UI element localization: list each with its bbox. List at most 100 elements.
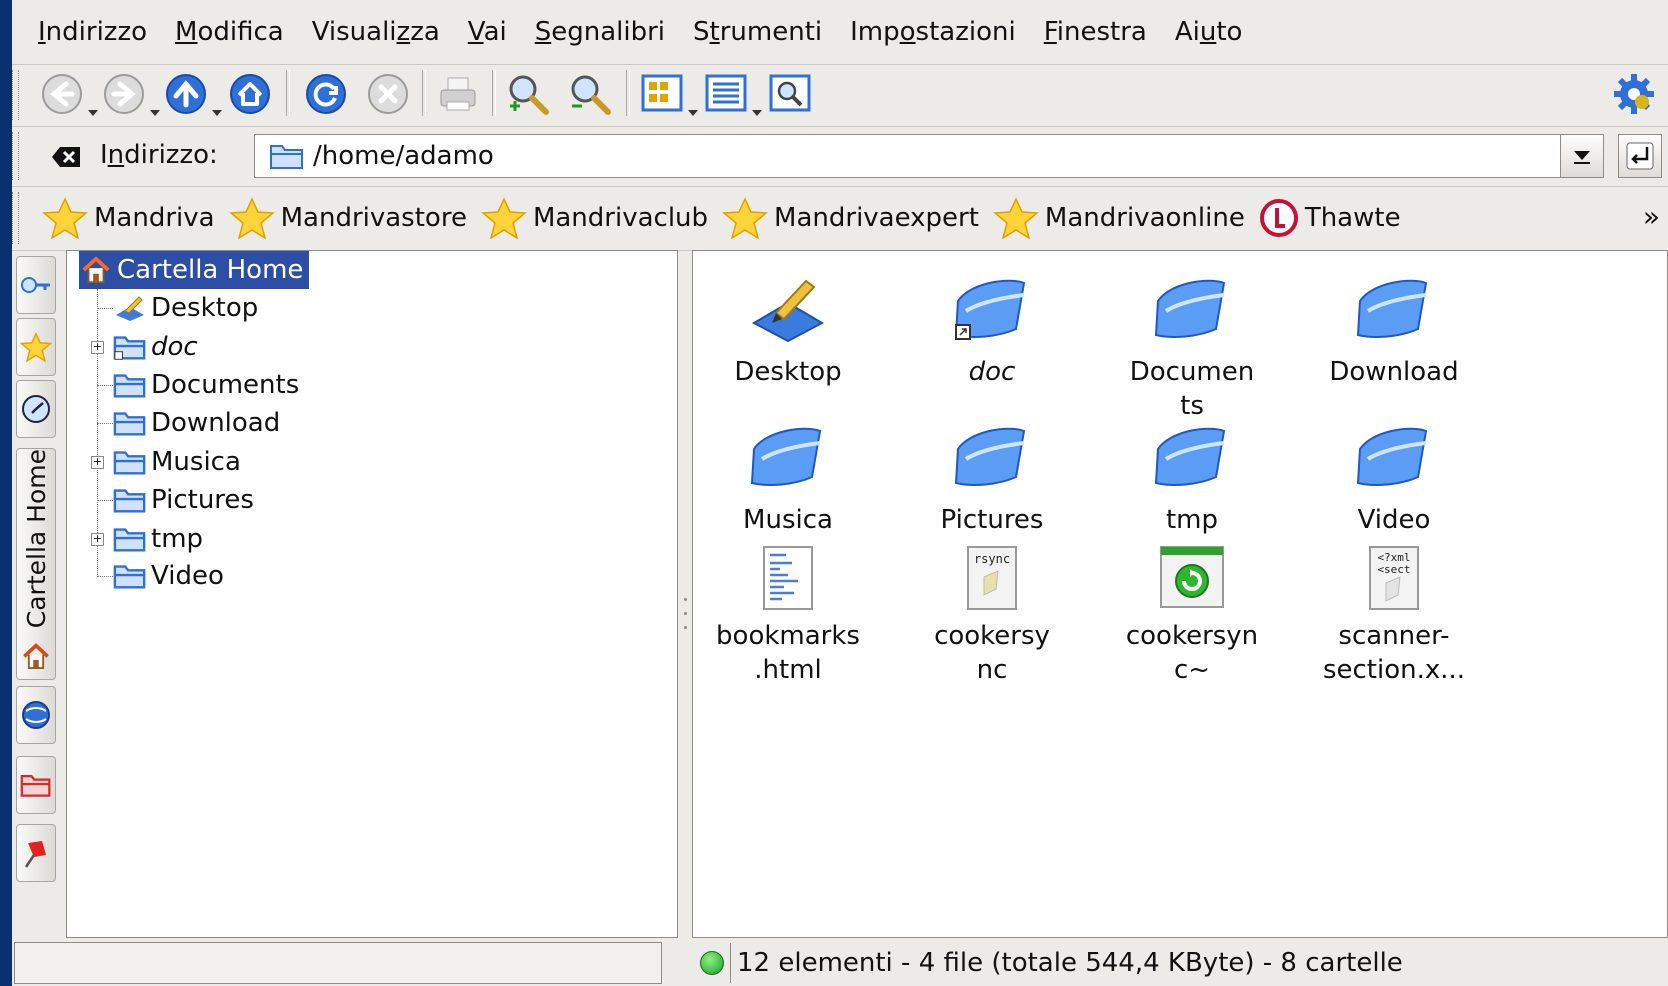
forward-button[interactable] <box>102 72 146 116</box>
location-toolbar: Indirizzo: <box>12 126 1668 187</box>
icon-item-download[interactable]: Download <box>1299 259 1489 389</box>
bookmark-mandrivastore[interactable]: Mandrivastore <box>228 197 467 239</box>
icon-item-cookersync-backup[interactable]: cookersyn c~ <box>1097 523 1287 687</box>
icon-label-line2: nc <box>976 655 1008 685</box>
folder-icon <box>270 145 303 169</box>
html-file-icon <box>763 546 813 610</box>
icon-item-video[interactable]: Video <box>1299 407 1489 537</box>
toolbar-grip[interactable] <box>12 192 19 244</box>
icon-item-documents[interactable]: Documen ts <box>1097 259 1287 423</box>
bookmark-mandrivaclub[interactable]: Mandrivaclub <box>481 197 708 239</box>
icon-label-line2: c~ <box>1173 655 1211 685</box>
tree-guide-line <box>97 576 113 577</box>
location-field[interactable] <box>254 134 1568 178</box>
toolbar-grip[interactable] <box>12 70 19 120</box>
expand-toggle-tmp[interactable]: + <box>91 533 104 546</box>
preview-button[interactable] <box>768 72 812 116</box>
back-dropdown-icon[interactable] <box>88 110 98 116</box>
location-input[interactable] <box>313 141 1513 171</box>
sidebar-tab-network[interactable] <box>16 686 56 744</box>
status-text: 12 elementi - 4 file (totale 544,4 KByte… <box>730 943 1403 983</box>
bookmarks-overflow-button[interactable]: » <box>1643 200 1660 233</box>
icon-label: cookersyn <box>1125 621 1259 651</box>
zoom-out-button[interactable] <box>568 72 612 116</box>
tree-item-desktop[interactable]: Desktop <box>113 289 258 327</box>
icon-view-icon <box>641 74 683 112</box>
folder-icon <box>954 427 1026 486</box>
tree-item-home[interactable]: Cartella Home <box>79 251 310 289</box>
expand-toggle-doc[interactable]: + <box>91 341 104 354</box>
icon-label: Desktop <box>734 357 842 387</box>
star-icon <box>20 332 52 363</box>
bookmark-mandriva[interactable]: Mandriva <box>42 197 215 239</box>
menu-impostazioni[interactable]: Impostazioni <box>838 17 1032 47</box>
sidebar-tab-bookmarks[interactable] <box>16 318 56 376</box>
view-mode-dropdown-icon[interactable] <box>688 110 698 116</box>
reload-button[interactable] <box>304 72 348 116</box>
stop-button[interactable] <box>366 72 410 116</box>
bookmark-mandrivaexpert[interactable]: Mandrivaexpert <box>722 197 979 239</box>
star-bookmark-icon <box>228 197 275 239</box>
up-dropdown-icon[interactable] <box>212 110 222 116</box>
svg-text:rsync: rsync <box>974 552 1010 566</box>
go-button[interactable] <box>1618 134 1662 178</box>
tree-item-documents[interactable]: Documents <box>113 366 299 404</box>
icon-item-tmp[interactable]: tmp <box>1097 407 1287 537</box>
menu-visualizza[interactable]: Visualizza <box>300 17 456 47</box>
back-button[interactable] <box>40 72 84 116</box>
sidebar-tab-home-folder[interactable]: Cartella Home <box>16 448 56 680</box>
icon-view-button[interactable] <box>640 72 684 116</box>
red-folder-icon <box>20 775 51 797</box>
status-bar: 12 elementi - 4 file (totale 544,4 KByte… <box>692 942 1668 984</box>
home-icon <box>230 74 270 114</box>
icon-item-bookmarks-html[interactable]: bookmarks .html <box>693 523 883 687</box>
stop-icon <box>368 74 408 114</box>
menu-strumenti[interactable]: Strumenti <box>681 17 838 47</box>
icon-item-doc[interactable]: doc <box>897 259 1087 389</box>
forward-dropdown-icon[interactable] <box>150 110 160 116</box>
zoom-in-button[interactable] <box>506 72 550 116</box>
bookmark-thawte[interactable]: Thawte <box>1259 198 1401 238</box>
icon-item-pictures[interactable]: Pictures <box>897 407 1087 537</box>
icon-item-scanner-section-xml[interactable]: <?xml <sect scanner- section.x... <box>1299 523 1489 687</box>
menu-segnalibri[interactable]: Segnalibri <box>523 17 681 47</box>
icon-item-musica[interactable]: Musica <box>693 407 883 537</box>
rsync-file-icon: rsync <box>967 546 1017 610</box>
menu-vai[interactable]: Vai <box>456 17 523 47</box>
tree-item-musica[interactable]: Musica <box>113 443 241 481</box>
tree-item-download[interactable]: Download <box>113 404 280 442</box>
menu-aiuto[interactable]: Aiuto <box>1163 17 1259 47</box>
clear-location-icon[interactable] <box>50 144 82 170</box>
tree-item-tmp[interactable]: tmp <box>113 520 203 558</box>
tree-item-pictures[interactable]: Pictures <box>113 481 254 519</box>
menu-modifica[interactable]: Modifica <box>163 17 300 47</box>
home-button[interactable] <box>228 72 272 116</box>
detail-view-dropdown-icon[interactable] <box>752 110 762 116</box>
bookmark-mandrivaonline[interactable]: Mandrivaonline <box>993 197 1245 239</box>
tree-item-doc[interactable]: doc <box>113 328 198 366</box>
expand-toggle-musica[interactable]: + <box>91 456 104 469</box>
icon-label: scanner- <box>1338 621 1450 651</box>
globe-icon <box>22 701 50 729</box>
location-history-dropdown[interactable] <box>1560 134 1604 178</box>
tree-item-video[interactable]: Video <box>113 557 224 595</box>
folder-tree[interactable]: Cartella Home Desktop + doc Documents Do… <box>66 250 678 938</box>
icon-item-desktop[interactable]: Desktop <box>693 259 883 389</box>
sidebar-tab-special[interactable] <box>16 824 56 882</box>
folder-icon <box>1356 279 1428 338</box>
toolbar-grip[interactable] <box>12 132 19 180</box>
file-icon-view[interactable]: Desktop doc Documen ts Download Musica P… <box>692 250 1668 938</box>
tree-item-label: Cartella Home <box>117 255 304 285</box>
zoom-out-icon <box>571 75 611 115</box>
menu-finestra[interactable]: Finestra <box>1032 17 1163 47</box>
up-button[interactable] <box>164 72 208 116</box>
tree-item-label: Pictures <box>151 485 254 515</box>
menu-indirizzo[interactable]: Indirizzo <box>26 17 163 47</box>
sidebar-tab-services[interactable] <box>16 256 56 314</box>
panel-splitter[interactable] <box>678 250 692 986</box>
detail-view-button[interactable] <box>704 72 748 116</box>
icon-item-cookersync[interactable]: rsync cookersy nc <box>897 523 1087 687</box>
sidebar-tab-history[interactable] <box>16 380 56 438</box>
print-button[interactable] <box>436 72 480 116</box>
sidebar-tab-root-folder[interactable] <box>16 756 56 814</box>
